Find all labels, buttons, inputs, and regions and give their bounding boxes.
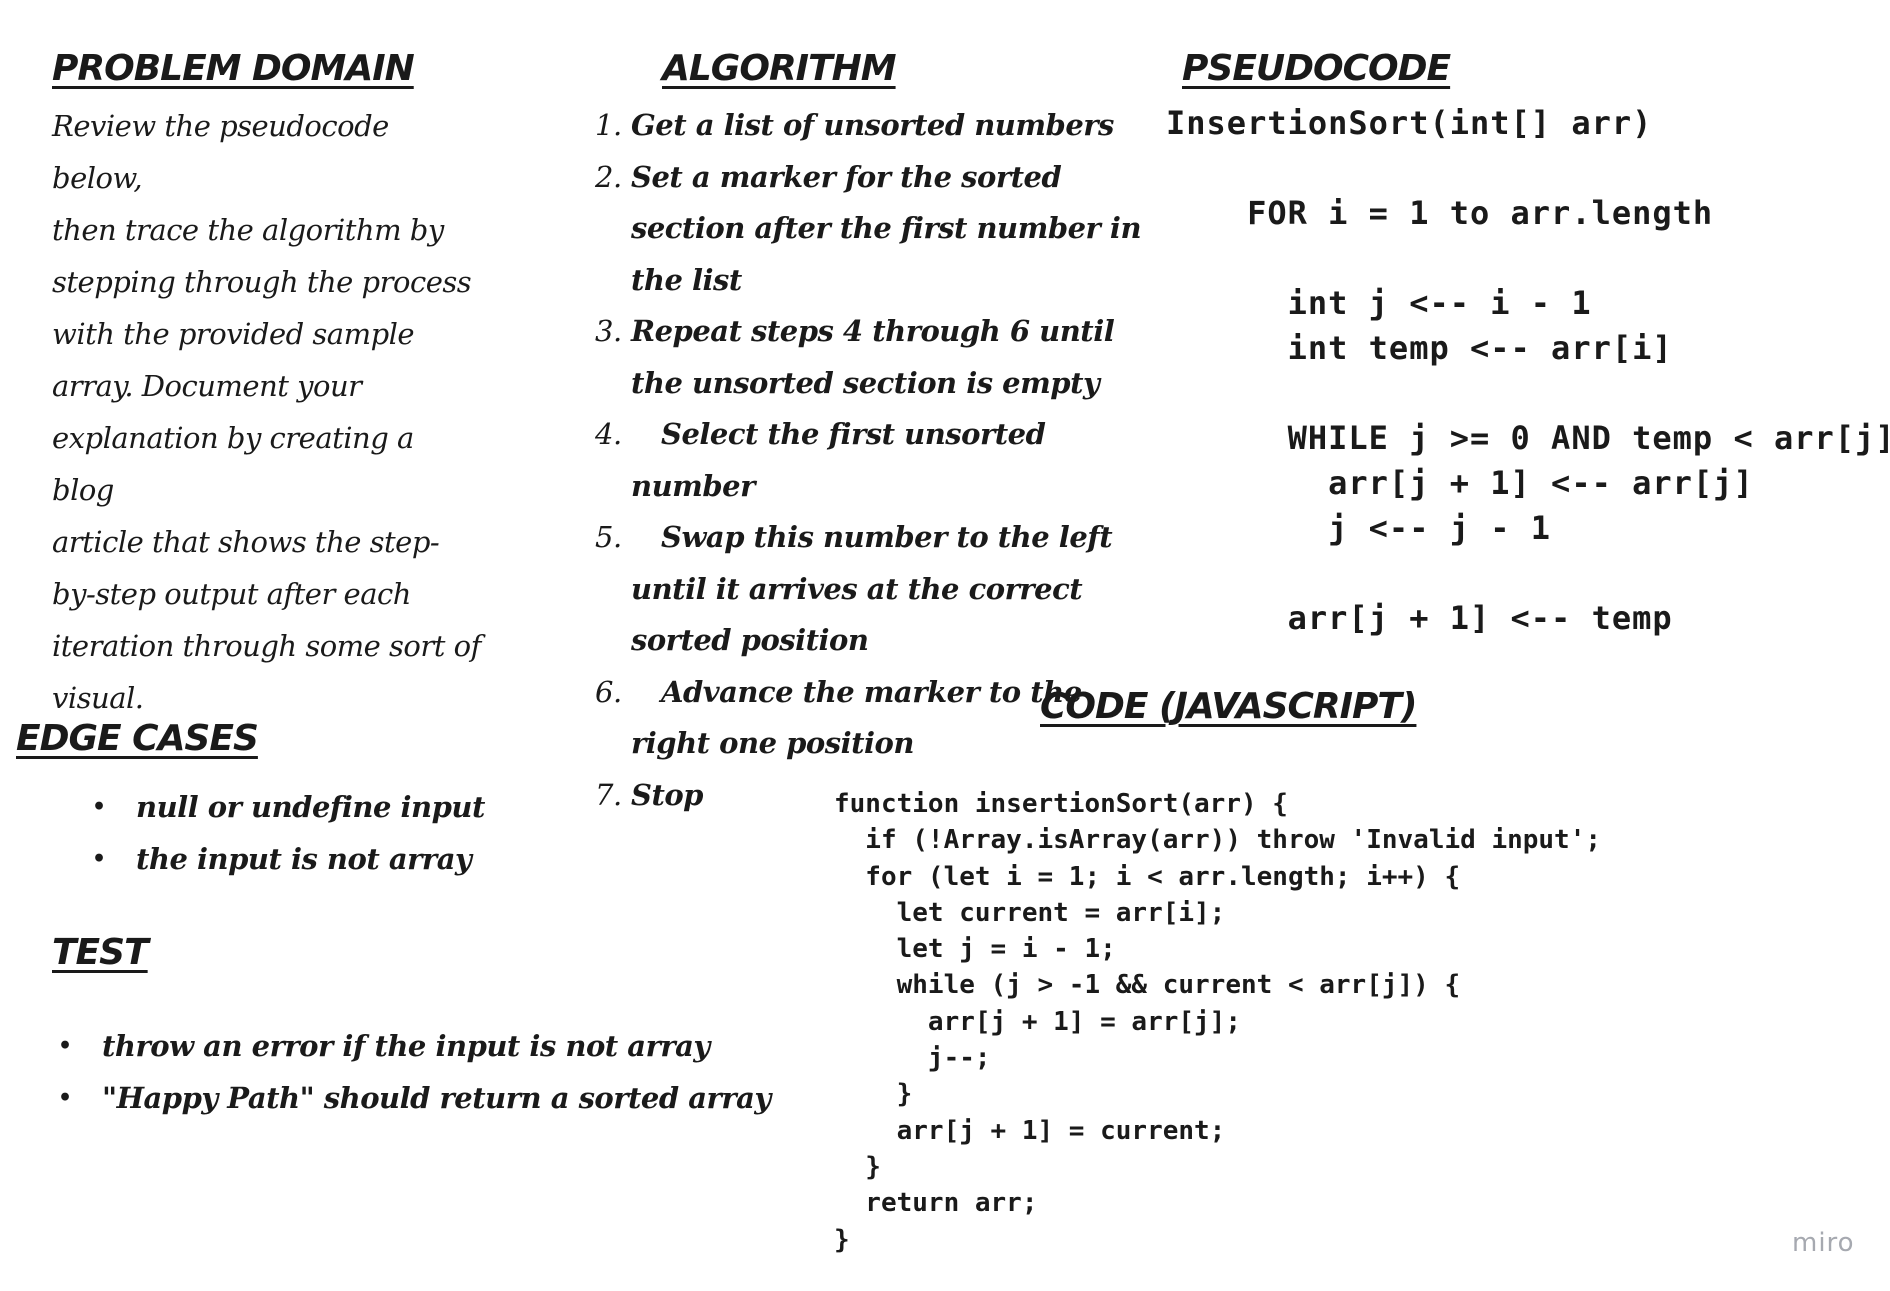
- edge-cases-list: null or undefine input the input is not …: [92, 781, 485, 885]
- pseudocode-title: PSEUDOCODE: [1182, 48, 1451, 89]
- step-number: 5.: [595, 520, 622, 554]
- step-text: Get a list of unsorted numbers: [631, 108, 1114, 142]
- step-number: 2.: [595, 159, 622, 194]
- test-list: throw an error if the input is not array…: [58, 1020, 771, 1124]
- test-title: TEST: [52, 932, 149, 973]
- step-number: 1.: [595, 108, 622, 142]
- step-text: Repeat steps 4 through 6 until the unsor…: [631, 314, 1115, 400]
- code-block: function insertionSort(arr) { if (!Array…: [834, 789, 1602, 1255]
- algorithm-step: 4. Select the first unsorted number: [595, 409, 1151, 512]
- problem-domain-line: with the provided sample: [52, 317, 415, 351]
- code-title: CODE (JAVASCRIPT): [1040, 686, 1417, 727]
- problem-domain-line: by-step output after each: [52, 577, 411, 611]
- step-number: 3.: [595, 314, 622, 348]
- step-text: Swap this number to the left until it ar…: [631, 520, 1113, 657]
- problem-domain-line: article that shows the step-: [52, 525, 440, 559]
- problem-domain-line: iteration through some sort of: [52, 629, 481, 663]
- algorithm-title: ALGORITHM: [662, 48, 897, 89]
- step-text: Select the first unsorted number: [631, 417, 1046, 503]
- test-item: throw an error if the input is not array: [58, 1020, 771, 1072]
- step-text: Stop: [631, 777, 703, 812]
- algorithm-step: 2. Set a marker for the sorted section af…: [595, 152, 1151, 307]
- algorithm-step: 3. Repeat steps 4 through 6 until the uns…: [595, 306, 1151, 409]
- edge-case-item: the input is not array: [92, 833, 485, 885]
- problem-domain-title: PROBLEM DOMAIN: [52, 48, 415, 89]
- step-number: 7.: [595, 777, 622, 812]
- step-number: 6.: [595, 674, 622, 709]
- edge-case-item: null or undefine input: [92, 781, 485, 833]
- algorithm-step: 1. Get a list of unsorted numbers: [595, 100, 1151, 152]
- problem-domain-line: stepping through the process: [52, 265, 472, 299]
- pseudocode-block: InsertionSort(int[] arr) FOR i = 1 to ar…: [1166, 104, 1890, 637]
- step-text: Set a marker for the sorted section afte…: [631, 159, 1142, 297]
- problem-domain-line: then trace the algorithm by: [52, 213, 444, 247]
- step-number: 4.: [595, 417, 622, 451]
- problem-domain-line: explanation by creating a blog: [52, 421, 414, 507]
- problem-domain-line: Review the pseudocode below,: [52, 109, 389, 195]
- edge-cases-title: EDGE CASES: [16, 718, 259, 759]
- problem-domain-text: Review the pseudocode below, then trace …: [52, 100, 482, 724]
- miro-watermark: miro: [1792, 1228, 1855, 1258]
- problem-domain-line: array. Document your: [52, 369, 362, 403]
- problem-domain-line: visual.: [52, 681, 144, 715]
- algorithm-step: 5. Swap this number to the left until it …: [595, 512, 1151, 667]
- test-item: "Happy Path" should return a sorted arra…: [58, 1072, 771, 1124]
- step-text: Advance the marker to the right one posi…: [631, 674, 1082, 761]
